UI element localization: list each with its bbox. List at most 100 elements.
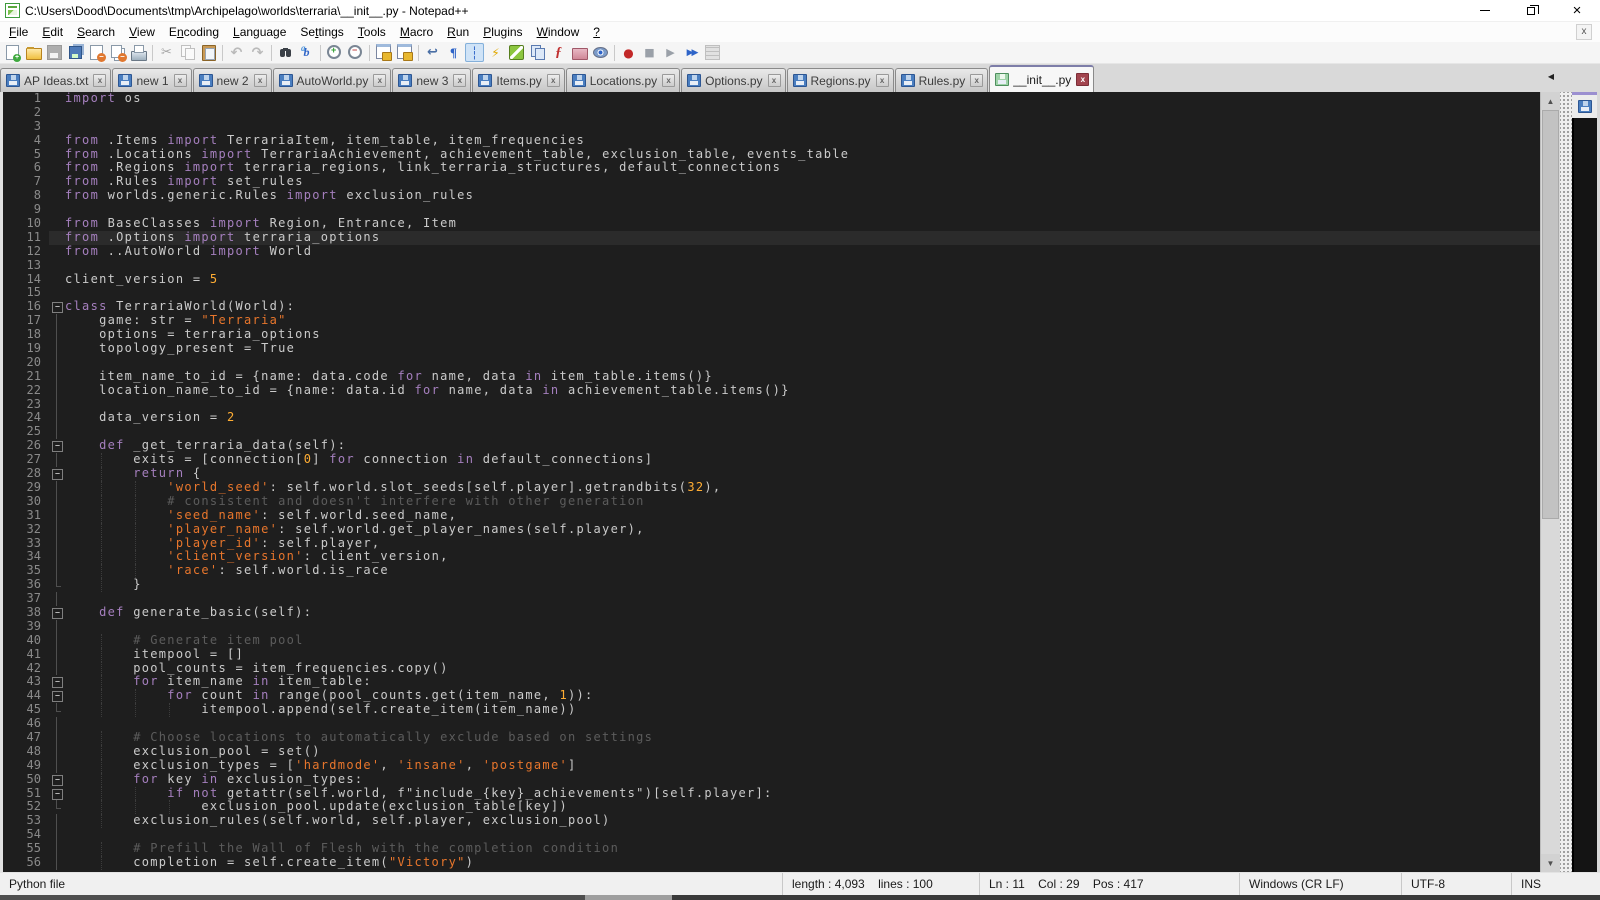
zoom-in-icon[interactable] — [325, 43, 344, 62]
tab-close-icon[interactable]: x — [876, 74, 889, 87]
close-button[interactable]: × — [1554, 0, 1600, 21]
zoom-out-icon[interactable] — [346, 43, 365, 62]
fold-collapse-icon[interactable] — [49, 773, 65, 787]
code-line[interactable]: 14client_version = 5 — [3, 273, 1540, 287]
code-line[interactable]: 8from worlds.generic.Rules import exclus… — [3, 189, 1540, 203]
code-line[interactable]: 29 'world_seed': self.world.slot_seeds[s… — [3, 481, 1540, 495]
code-line[interactable]: 5from .Locations import TerrariaAchievem… — [3, 148, 1540, 162]
code-line[interactable]: 55 # Prefill the Wall of Flesh with the … — [3, 842, 1540, 856]
redo-icon[interactable] — [248, 43, 267, 62]
menu-item-view[interactable]: View — [122, 23, 162, 41]
function-list-icon[interactable] — [549, 43, 568, 62]
tab-autoworld.py[interactable]: AutoWorld.pyx — [273, 68, 392, 92]
code-line[interactable]: 40 # Generate item pool — [3, 634, 1540, 648]
fold-collapse-icon[interactable] — [49, 675, 65, 689]
new-file-icon[interactable] — [3, 43, 22, 62]
minimize-button[interactable] — [1462, 0, 1508, 21]
code-line[interactable]: 15 — [3, 286, 1540, 300]
print-icon[interactable] — [129, 43, 148, 62]
fold-collapse-icon[interactable] — [49, 787, 65, 801]
code-line[interactable]: 23 — [3, 398, 1540, 412]
code-line[interactable]: 37 — [3, 592, 1540, 606]
code-line[interactable]: 32 'player_name': self.world.get_player_… — [3, 523, 1540, 537]
doc-switcher-icon[interactable] — [528, 43, 547, 62]
tab-__init__.py[interactable]: __init__.pyx — [989, 65, 1094, 92]
code-line[interactable]: 2 — [3, 106, 1540, 120]
tab-close-icon[interactable]: x — [174, 74, 187, 87]
tab-close-icon[interactable]: x — [453, 74, 466, 87]
menu-item-macro[interactable]: Macro — [393, 23, 440, 41]
code-line[interactable]: 27 exits = [connection[0] for connection… — [3, 453, 1540, 467]
fold-collapse-icon[interactable] — [49, 439, 65, 453]
restore-button[interactable] — [1508, 0, 1554, 21]
tab-close-icon[interactable]: x — [93, 74, 106, 87]
code-line[interactable]: 1import os — [3, 92, 1540, 106]
code-line[interactable]: 13 — [3, 259, 1540, 273]
vertical-scrollbar[interactable]: ▲ ▼ — [1540, 92, 1560, 872]
code-line[interactable]: 22 location_name_to_id = {name: data.id … — [3, 384, 1540, 398]
function-flash-icon[interactable] — [486, 43, 505, 62]
undo-icon[interactable] — [227, 43, 246, 62]
tab-rules.py[interactable]: Rules.pyx — [895, 68, 989, 92]
macro-save-icon[interactable] — [703, 43, 722, 62]
code-line[interactable]: 19 topology_present = True — [3, 342, 1540, 356]
tab-close-icon[interactable]: x — [662, 74, 675, 87]
menu-item-search[interactable]: Search — [70, 23, 122, 41]
code-line[interactable]: 21 item_name_to_id = {name: data.code fo… — [3, 370, 1540, 384]
menu-item-edit[interactable]: Edit — [35, 23, 70, 41]
code-line[interactable]: 20 — [3, 356, 1540, 370]
menu-item-file[interactable]: File — [2, 23, 35, 41]
tab-new-3[interactable]: new 3x — [392, 68, 471, 92]
sync-h-icon[interactable] — [395, 43, 414, 62]
close-doc-icon[interactable] — [87, 43, 106, 62]
code-line[interactable]: 41 itempool = [] — [3, 648, 1540, 662]
code-line[interactable]: 28 return { — [3, 467, 1540, 481]
code-line[interactable]: 50 for key in exclusion_types: — [3, 773, 1540, 787]
code-line[interactable]: 47 # Choose locations to automatically e… — [3, 731, 1540, 745]
code-line[interactable]: 12from ..AutoWorld import World — [3, 245, 1540, 259]
scroll-down-icon[interactable]: ▼ — [1541, 854, 1560, 872]
paste-icon[interactable] — [199, 43, 218, 62]
tab-options.py[interactable]: Options.pyx — [681, 68, 785, 92]
tab-items.py[interactable]: Items.pyx — [472, 68, 564, 92]
monitoring-icon[interactable] — [591, 43, 610, 62]
cut-icon[interactable] — [157, 43, 176, 62]
code-line[interactable]: 49 exclusion_types = ['hardmode', 'insan… — [3, 759, 1540, 773]
word-wrap-icon[interactable] — [423, 43, 442, 62]
code-line[interactable]: 44 for count in range(pool_counts.get(it… — [3, 689, 1540, 703]
code-line[interactable]: 36 } — [3, 578, 1540, 592]
document-close-icon[interactable]: x — [1576, 24, 1592, 40]
code-line[interactable]: 10from BaseClasses import Region, Entran… — [3, 217, 1540, 231]
menu-item-run[interactable]: Run — [440, 23, 476, 41]
code-line[interactable]: 51 if not getattr(self.world, f"include_… — [3, 787, 1540, 801]
indent-guide-icon[interactable] — [465, 43, 484, 62]
code-line[interactable]: 24 data_version = 2 — [3, 411, 1540, 425]
menu-item-encoding[interactable]: Encoding — [162, 23, 226, 41]
code-line[interactable]: 43 for item_name in item_table: — [3, 675, 1540, 689]
fold-collapse-icon[interactable] — [49, 300, 65, 314]
code-line[interactable]: 52 exclusion_pool.update(exclusion_table… — [3, 800, 1540, 814]
code-line[interactable]: 54 — [3, 828, 1540, 842]
menu-item-settings[interactable]: Settings — [293, 23, 350, 41]
tab-regions.py[interactable]: Regions.pyx — [787, 68, 894, 92]
code-line[interactable]: 33 'player_id': self.player, — [3, 537, 1540, 551]
tab-close-icon[interactable]: x — [547, 74, 560, 87]
code-line[interactable]: 16class TerrariaWorld(World): — [3, 300, 1540, 314]
tab-close-icon[interactable]: x — [768, 74, 781, 87]
replace-icon[interactable] — [297, 43, 316, 62]
macro-stop-icon[interactable] — [640, 43, 659, 62]
view-splitter[interactable] — [1560, 92, 1572, 872]
menu-item-window[interactable]: Window — [530, 23, 587, 41]
menu-item-plugins[interactable]: Plugins — [476, 23, 529, 41]
tab-close-icon[interactable]: x — [1076, 73, 1089, 86]
tab-scroll-left-icon[interactable]: ◀ — [1548, 72, 1554, 81]
code-line[interactable]: 18 options = terraria_options — [3, 328, 1540, 342]
code-line[interactable]: 4from .Items import TerrariaItem, item_t… — [3, 134, 1540, 148]
secondary-view-tab[interactable] — [1572, 92, 1597, 118]
show-all-chars-icon[interactable] — [444, 43, 463, 62]
code-line[interactable]: 38 def generate_basic(self): — [3, 606, 1540, 620]
code-line[interactable]: 48 exclusion_pool = set() — [3, 745, 1540, 759]
code-line[interactable]: 9 — [3, 203, 1540, 217]
code-line[interactable]: 39 — [3, 620, 1540, 634]
doc-map-icon[interactable] — [507, 43, 526, 62]
